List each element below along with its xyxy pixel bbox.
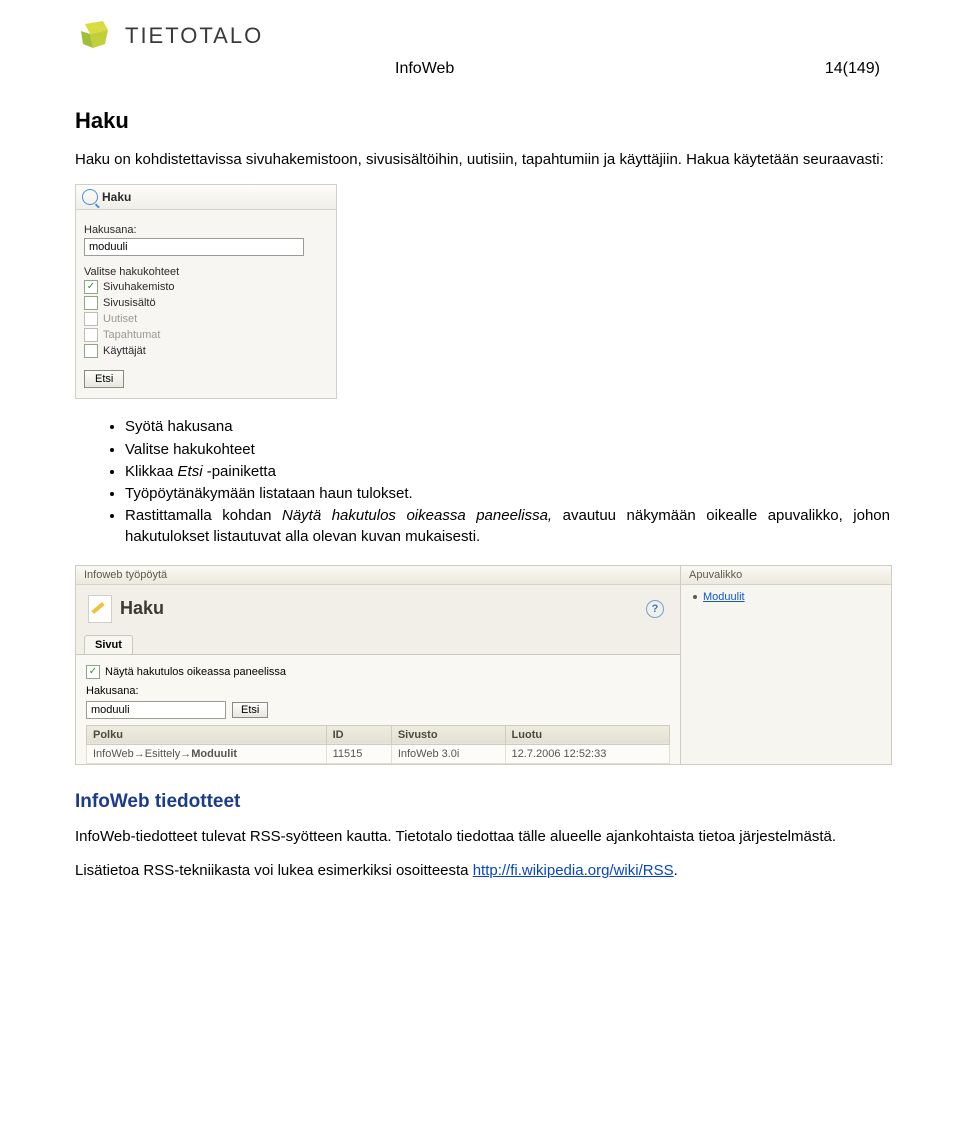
- bullet-icon: [693, 595, 697, 599]
- col-luotu[interactable]: Luotu: [505, 725, 669, 744]
- logo-cube-icon: [75, 18, 115, 54]
- tab-sivut[interactable]: Sivut: [84, 635, 133, 654]
- rss-paragraph: Lisätietoa RSS-tekniikasta voi lukea esi…: [75, 861, 890, 881]
- list-item: Klikkaa Etsi -painiketta: [125, 462, 890, 482]
- checkbox-tapahtumat[interactable]: [84, 328, 98, 342]
- col-sivusto[interactable]: Sivusto: [391, 725, 505, 744]
- checkbox-label: Sivusisältö: [103, 297, 156, 309]
- doc-title: InfoWeb: [395, 60, 454, 78]
- edit-page-icon: [88, 595, 112, 623]
- heading-tiedotteet: InfoWeb tiedotteet: [75, 791, 890, 813]
- tyopoyta-screenshot: Infoweb työpöytä Haku ? Sivut ✓ Näytä ha…: [75, 565, 892, 765]
- brand-logo: TIETOTALO: [75, 18, 890, 54]
- checkbox-label: Uutiset: [103, 313, 137, 325]
- valitse-label: Valitse hakukohteet: [84, 266, 328, 278]
- list-item: Syötä hakusana: [125, 417, 890, 437]
- col-polku[interactable]: Polku: [87, 725, 327, 744]
- table-row[interactable]: InfoWeb→Esittely→Moduulit 11515 InfoWeb …: [87, 744, 670, 763]
- instruction-list: Syötä hakusana Valitse hakukohteet Klikk…: [75, 417, 890, 547]
- doc-header: InfoWeb 14(149): [75, 60, 890, 78]
- hakusana-label: Hakusana:: [86, 685, 139, 697]
- logo-text: TIETOTALO: [125, 23, 263, 49]
- checkbox-label: Käyttäjät: [103, 345, 146, 357]
- list-item: Valitse hakukohteet: [125, 440, 890, 460]
- list-item: Työpöytänäkymään listataan haun tulokset…: [125, 484, 890, 504]
- main-titlebar: Infoweb työpöytä: [76, 566, 680, 585]
- search-icon: [82, 189, 98, 205]
- checkbox-label: Sivuhakemisto: [103, 281, 175, 293]
- hakusana-input[interactable]: [84, 238, 304, 256]
- etsi-button-2[interactable]: Etsi: [232, 702, 268, 718]
- checkbox-label: Tapahtumat: [103, 329, 160, 341]
- side-link-moduulit[interactable]: Moduulit: [703, 591, 745, 603]
- rss-link[interactable]: http://fi.wikipedia.org/wiki/RSS: [473, 862, 674, 879]
- intro-paragraph: Haku on kohdistettavissa sivuhakemistoon…: [75, 150, 890, 170]
- etsi-button[interactable]: Etsi: [84, 370, 124, 388]
- page-number: 14(149): [825, 60, 880, 78]
- checkbox-nayta-oikea[interactable]: ✓: [86, 665, 100, 679]
- heading-haku: Haku: [75, 108, 890, 134]
- hakusana-label: Hakusana:: [84, 224, 328, 236]
- side-titlebar: Apuvalikko: [681, 566, 891, 585]
- haku-panel-screenshot: Haku Hakusana: Valitse hakukohteet ✓ Siv…: [75, 184, 337, 399]
- tiedotteet-paragraph: InfoWeb-tiedotteet tulevat RSS-syötteen …: [75, 827, 890, 847]
- checkbox-label: Näytä hakutulos oikeassa paneelissa: [105, 666, 286, 678]
- haku-panel-title: Haku: [102, 190, 131, 204]
- haku-title: Haku: [120, 598, 164, 619]
- list-item: Rastittamalla kohdan Näytä hakutulos oik…: [125, 506, 890, 547]
- checkbox-uutiset[interactable]: [84, 312, 98, 326]
- results-table: Polku ID Sivusto Luotu InfoWeb→Esittely→…: [86, 725, 670, 764]
- help-icon[interactable]: ?: [646, 600, 664, 618]
- hakusana-input-2[interactable]: [86, 701, 226, 719]
- col-id[interactable]: ID: [326, 725, 391, 744]
- checkbox-kayttajat[interactable]: [84, 344, 98, 358]
- checkbox-sivuhakemisto[interactable]: ✓: [84, 280, 98, 294]
- checkbox-sivusisalto[interactable]: [84, 296, 98, 310]
